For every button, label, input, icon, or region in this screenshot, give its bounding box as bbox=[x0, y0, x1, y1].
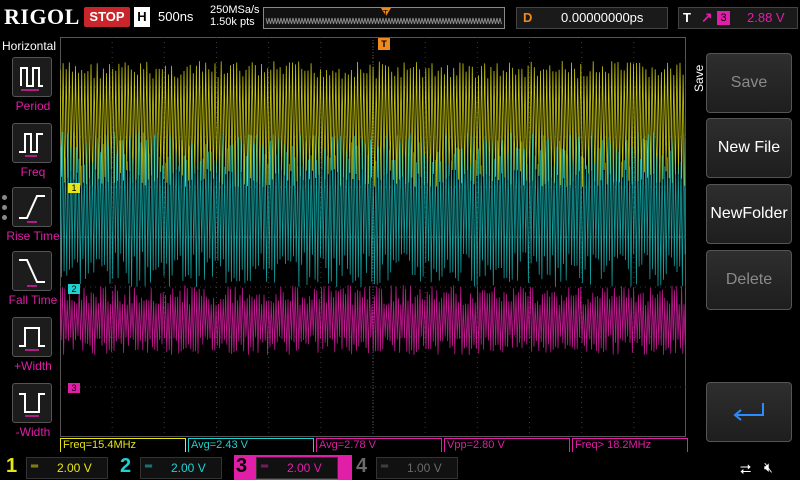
ch1-offset-marker[interactable]: 1 bbox=[68, 183, 80, 193]
enter-button[interactable] bbox=[706, 382, 792, 442]
channel-1-setting[interactable]: 1 ═ 2.00 V bbox=[4, 455, 114, 480]
meas-ch3-avg[interactable]: Avg=2.78 V bbox=[316, 438, 442, 452]
trigger-source-badge: 3 bbox=[717, 11, 730, 25]
channel-3-setting[interactable]: 3 ═ 2.00 V bbox=[234, 455, 352, 480]
channel-4-scale: 1.00 V bbox=[407, 461, 442, 475]
measure-fall-time-item[interactable]: Fall Time bbox=[8, 251, 58, 313]
measurement-sidebar: Horizontal Period Freq Rise Time Fall Ti… bbox=[0, 37, 60, 455]
channel-3-box: ═ 2.00 V bbox=[256, 457, 338, 479]
measurement-bar: Freq=15.4MHz Avg=2.43 V Avg=2.78 V Vpp=2… bbox=[60, 438, 688, 452]
ch1-trace bbox=[59, 60, 686, 188]
run-stop-indicator[interactable]: STOP bbox=[84, 7, 130, 27]
negative-width-icon bbox=[12, 383, 52, 423]
delay-value: 0.00000000ps bbox=[561, 10, 644, 25]
delay-display[interactable]: D 0.00000000ps bbox=[516, 7, 668, 29]
trigger-display[interactable]: T ↗ 3 2.88 V bbox=[678, 7, 798, 29]
top-status-bar: RIGOL STOP H 500ns 250MSa/s 1.50k pts T … bbox=[0, 0, 800, 36]
enter-return-icon bbox=[733, 403, 764, 421]
ch3-offset-marker[interactable]: 3 bbox=[68, 383, 80, 393]
channel-1-number: 1 bbox=[6, 455, 18, 477]
positive-width-icon bbox=[12, 317, 52, 357]
channel-2-number: 2 bbox=[120, 455, 132, 477]
usb-icon: ⮂ bbox=[740, 461, 752, 477]
period-label: Period bbox=[15, 99, 51, 113]
delay-label: D bbox=[523, 10, 533, 25]
meas-ch3-vpp[interactable]: Vpp=2.80 V bbox=[444, 438, 570, 452]
dc-coupling-icon: ═ bbox=[31, 461, 39, 472]
sample-rate: 250MSa/s bbox=[210, 4, 260, 16]
channel-2-setting[interactable]: 2 ═ 2.00 V bbox=[118, 455, 228, 480]
waveform-display[interactable] bbox=[59, 37, 686, 437]
channel-4-number: 4 bbox=[356, 455, 368, 477]
svg-text:T: T bbox=[383, 9, 388, 18]
dc-coupling-icon: ═ bbox=[381, 461, 389, 472]
rise-time-label: Rise Time bbox=[6, 229, 60, 243]
meas-ch3-freq[interactable]: Freq> 18.2MHz bbox=[572, 438, 688, 452]
measure-rise-time-item[interactable]: Rise Time bbox=[6, 187, 60, 249]
channel-2-scale: 2.00 V bbox=[171, 461, 206, 475]
measure-frequency-item[interactable]: Freq bbox=[8, 123, 58, 185]
negative-width-label: -Width bbox=[15, 425, 51, 439]
channel-4-box: ═ 1.00 V bbox=[376, 457, 458, 479]
rise-time-icon bbox=[12, 187, 52, 227]
ch2-offset-marker[interactable]: 2 bbox=[68, 284, 80, 294]
save-menu-title: Save bbox=[692, 64, 706, 92]
dc-coupling-icon: ═ bbox=[145, 461, 153, 472]
save-button[interactable]: Save bbox=[706, 53, 792, 113]
dc-coupling-icon: ═ bbox=[261, 461, 269, 472]
trigger-position-marker[interactable]: T bbox=[378, 38, 390, 50]
frequency-icon bbox=[12, 123, 52, 163]
meas-ch2-avg[interactable]: Avg=2.43 V bbox=[188, 438, 314, 452]
fall-time-icon bbox=[12, 251, 52, 291]
period-icon bbox=[12, 57, 52, 97]
delete-button[interactable]: Delete bbox=[706, 250, 792, 310]
trigger-level-value: 2.88 V bbox=[747, 10, 785, 25]
trigger-label: T bbox=[683, 10, 691, 25]
memory-overview-waveform: T bbox=[265, 8, 502, 25]
timebase-value[interactable]: 500ns bbox=[158, 9, 193, 24]
positive-width-label: +Width bbox=[14, 359, 52, 373]
fall-time-label: Fall Time bbox=[8, 293, 58, 307]
measure-positive-width-item[interactable]: +Width bbox=[8, 317, 58, 379]
channel-3-scale: 2.00 V bbox=[287, 461, 322, 475]
channel-3-number: 3 bbox=[236, 455, 248, 477]
channel-1-box: ═ 2.00 V bbox=[26, 457, 108, 479]
channel-bar: 1 ═ 2.00 V 2 ═ 2.00 V 3 ═ 2.00 V 4 ═ 1.0… bbox=[0, 455, 800, 480]
measure-negative-width-item[interactable]: -Width bbox=[8, 383, 58, 445]
horizontal-mode-badge: H bbox=[134, 7, 150, 27]
speaker-muted-icon[interactable]: 🔇︎ bbox=[764, 459, 773, 476]
meas-ch1-freq[interactable]: Freq=15.4MHz bbox=[60, 438, 186, 452]
new-file-button[interactable]: New File bbox=[706, 118, 792, 178]
measure-period-item[interactable]: Period bbox=[8, 57, 58, 119]
waveform-grid bbox=[59, 37, 686, 437]
frequency-label: Freq bbox=[20, 165, 46, 179]
memory-depth: 1.50k pts bbox=[210, 16, 255, 28]
channel-4-setting[interactable]: 4 ═ 1.00 V bbox=[354, 455, 464, 480]
rising-edge-icon: ↗ bbox=[701, 9, 713, 25]
memory-waveform-overview: T bbox=[263, 7, 505, 29]
acquisition-info: 250MSa/s 1.50k pts bbox=[210, 4, 260, 28]
rigol-logo: RIGOL bbox=[4, 4, 80, 29]
channel-1-scale: 2.00 V bbox=[57, 461, 92, 475]
channel-2-box: ═ 2.00 V bbox=[140, 457, 222, 479]
new-folder-button[interactable]: NewFolder bbox=[706, 184, 792, 244]
sidebar-title: Horizontal bbox=[2, 39, 57, 53]
